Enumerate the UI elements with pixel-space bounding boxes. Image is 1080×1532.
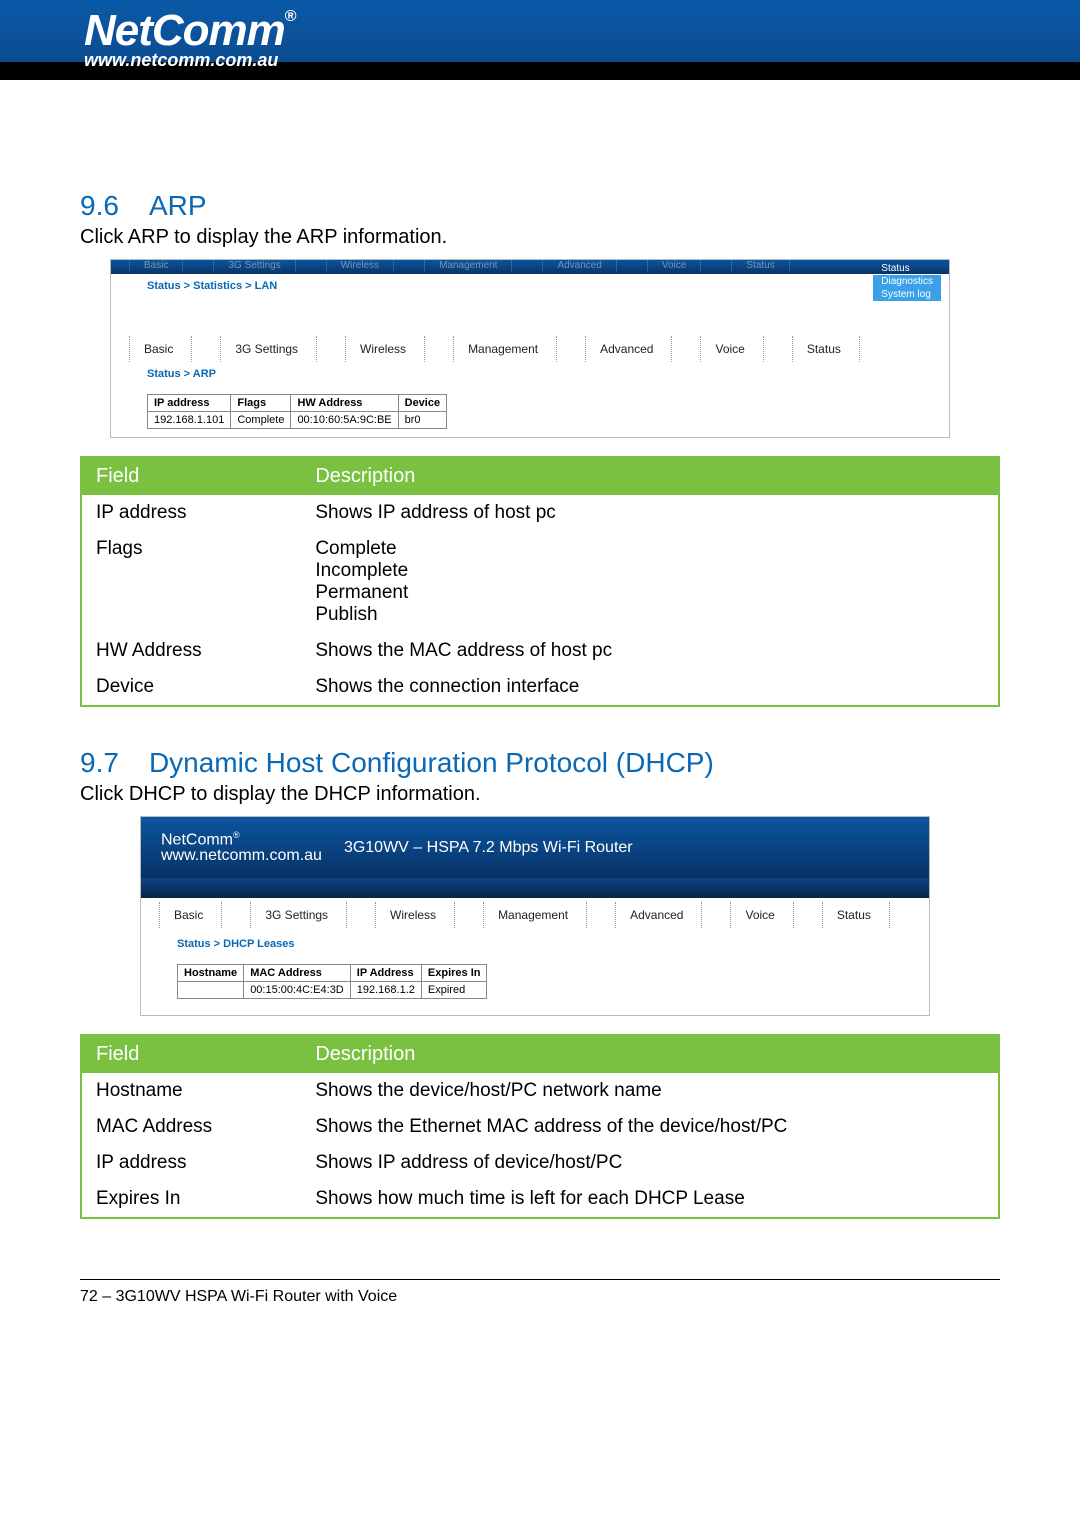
screenshot-arp: Basic 3G Settings Wireless Management Ad… (110, 259, 950, 438)
nav-item[interactable]: Wireless (345, 336, 425, 362)
section-title: Dynamic Host Configuration Protocol (DHC… (149, 747, 714, 779)
product-title: 3G10WV – HSPA 7.2 Mbps Wi-Fi Router (344, 839, 633, 857)
nav-item[interactable]: Status (822, 902, 890, 928)
section-intro: Click DHCP to display the DHCP informati… (80, 783, 1000, 806)
section-number: 9.6 (80, 190, 119, 222)
table-row: DeviceShows the connection interface (81, 669, 999, 706)
brand-logo-small: NetComm® (161, 831, 322, 848)
nav-item[interactable]: Basic (129, 336, 192, 362)
page-header: NetComm® www.netcomm.com.au (0, 0, 1080, 80)
breadcrumb: Status > ARP (111, 362, 949, 394)
nav-item[interactable]: Management (453, 336, 557, 362)
nav-item[interactable]: Status (792, 336, 860, 362)
brand-url: www.netcomm.com.au (0, 50, 1080, 71)
breadcrumb: Status > Statistics > LAN (111, 274, 949, 306)
section-intro: Click ARP to display the ARP information… (80, 226, 1000, 249)
section-number: 9.7 (80, 747, 119, 779)
side-submenu: Status Diagnostics System log (873, 262, 941, 301)
col-description: Description (301, 1035, 999, 1073)
table-row: MAC AddressShows the Ethernet MAC addres… (81, 1109, 999, 1145)
page-footer: 72 – 3G10WV HSPA Wi-Fi Router with Voice (80, 1279, 1000, 1306)
table-row: 00:15:00:4C:E4:3D 192.168.1.2 Expired (178, 982, 487, 999)
table-row: Expires InShows how much time is left fo… (81, 1181, 999, 1218)
dhcp-data-table: Hostname MAC Address IP Address Expires … (177, 964, 487, 999)
nav-item[interactable]: Basic (159, 902, 222, 928)
col-field: Field (81, 457, 301, 495)
col-description: Description (301, 457, 999, 495)
nav-menu: Basic 3G Settings Wireless Management Ad… (111, 336, 949, 362)
nav-item[interactable]: Voice (700, 336, 763, 362)
nav-item[interactable]: Voice (730, 902, 793, 928)
nav-menu: Basic 3G Settings Wireless Management Ad… (141, 898, 929, 932)
faded-menu: Basic 3G Settings Wireless Management Ad… (111, 260, 949, 271)
nav-item[interactable]: 3G Settings (250, 902, 347, 928)
arp-description-table: Field Description IP addressShows IP add… (80, 456, 1000, 707)
col-field: Field (81, 1035, 301, 1073)
dhcp-description-table: Field Description HostnameShows the devi… (80, 1034, 1000, 1219)
table-row: FlagsComplete Incomplete Permanent Publi… (81, 531, 999, 633)
nav-item[interactable]: Advanced (615, 902, 702, 928)
brand-url-small: www.netcomm.com.au (161, 848, 322, 864)
section-heading-dhcp: 9.7 Dynamic Host Configuration Protocol … (80, 747, 1000, 779)
table-row: IP addressShows IP address of device/hos… (81, 1145, 999, 1181)
table-row: HW AddressShows the MAC address of host … (81, 633, 999, 669)
nav-item[interactable]: Management (483, 902, 587, 928)
table-row: IP addressShows IP address of host pc (81, 495, 999, 531)
screenshot-dhcp: NetComm® www.netcomm.com.au 3G10WV – HSP… (140, 816, 930, 1016)
nav-item[interactable]: Advanced (585, 336, 672, 362)
table-row: HostnameShows the device/host/PC network… (81, 1073, 999, 1109)
arp-data-table: IP address Flags HW Address Device 192.1… (147, 394, 447, 429)
table-row: 192.168.1.101 Complete 00:10:60:5A:9C:BE… (148, 412, 447, 429)
section-title: ARP (149, 190, 207, 222)
section-heading-arp: 9.6 ARP (80, 190, 1000, 222)
nav-item[interactable]: Wireless (375, 902, 455, 928)
breadcrumb: Status > DHCP Leases (141, 932, 929, 964)
nav-item[interactable]: 3G Settings (220, 336, 317, 362)
brand-logo: NetComm® (0, 0, 1080, 56)
